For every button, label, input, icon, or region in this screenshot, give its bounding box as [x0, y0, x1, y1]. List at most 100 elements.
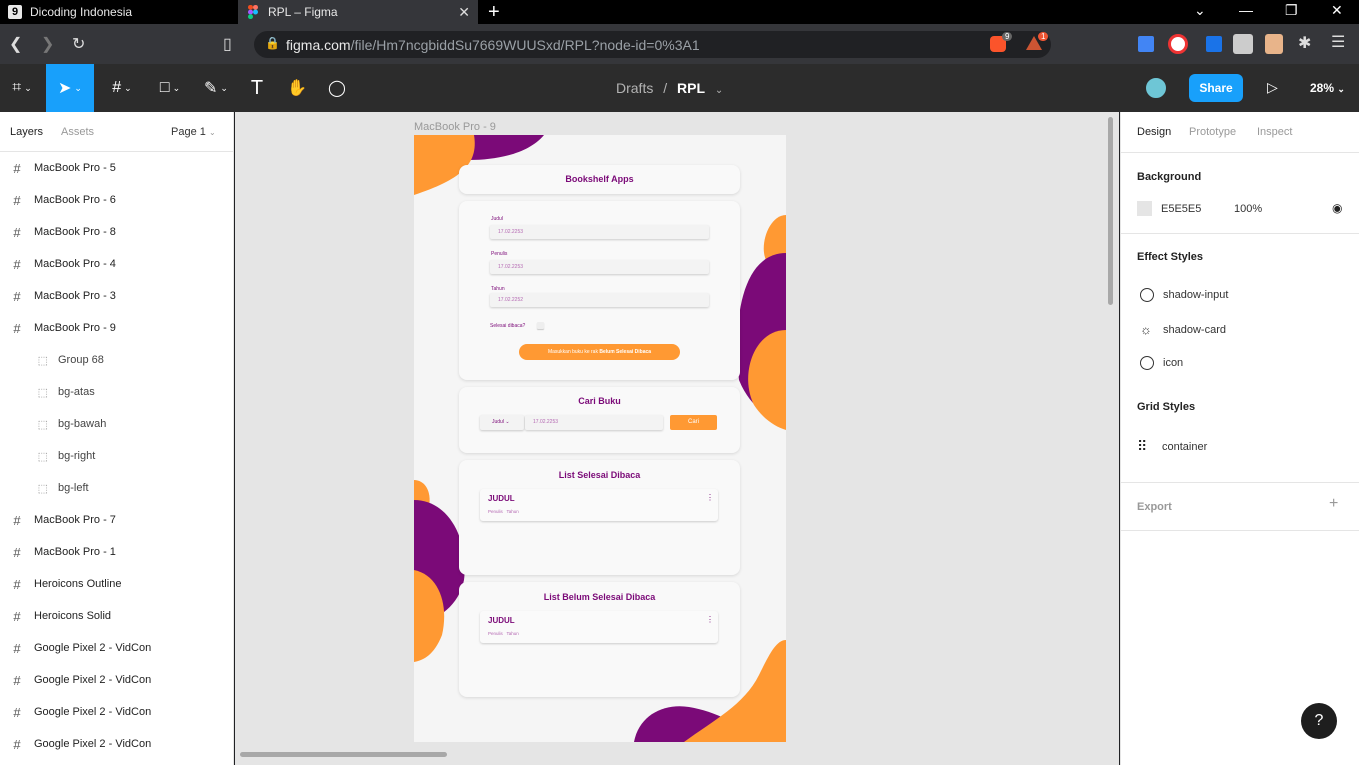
- layer-item[interactable]: ⬚ Group 68: [0, 344, 234, 376]
- layer-item[interactable]: ⬚ bg-atas: [0, 376, 234, 408]
- layer-item[interactable]: ⬚ bg-left: [0, 472, 234, 504]
- list-item[interactable]: JUDUL Penulis Tahun ⋮: [480, 489, 718, 521]
- title-input[interactable]: 17.02.2253: [490, 225, 709, 239]
- year-input[interactable]: 17.02.2252: [490, 293, 709, 307]
- file-name[interactable]: RPL: [677, 80, 705, 96]
- canvas[interactable]: MacBook Pro - 9 Bookshelf Apps Judul 17.…: [235, 112, 1119, 765]
- horizontal-scrollbar[interactable]: [240, 752, 447, 757]
- breadcrumb-drafts[interactable]: Drafts: [616, 80, 653, 96]
- layer-item[interactable]: # Heroicons Outline: [0, 568, 234, 600]
- more-vertical-icon[interactable]: ⋮: [706, 493, 714, 502]
- avatar[interactable]: [1144, 76, 1168, 100]
- list-item[interactable]: JUDUL Penulis Tahun ⋮: [480, 611, 718, 643]
- chevron-down-icon[interactable]: ⌄: [715, 85, 723, 96]
- search-card: Cari Buku Judul ⌄ 17.02.2253 Cari: [459, 387, 740, 453]
- submit-book-button[interactable]: Masukkan buku ke rak Belum Selesai Dibac…: [519, 344, 680, 360]
- layer-item[interactable]: # Google Pixel 2 - VidCon: [0, 632, 234, 664]
- tab-figma[interactable]: RPL – Figma ✕: [238, 0, 478, 24]
- layer-item[interactable]: # MacBook Pro - 7: [0, 504, 234, 536]
- effect-style-item[interactable]: icon: [1137, 356, 1183, 370]
- url-field[interactable]: 🔒 figma.com/file/Hm7ncgbiddSu7669WUUSxd/…: [254, 31, 1051, 58]
- search-filter-select[interactable]: Judul ⌄: [480, 415, 524, 430]
- new-tab-icon[interactable]: +: [488, 1, 500, 23]
- grid-style-item[interactable]: ⠿ container: [1137, 438, 1207, 455]
- hand-tool-icon[interactable]: ✋: [277, 64, 317, 112]
- share-button[interactable]: Share: [1189, 74, 1243, 102]
- layer-item[interactable]: # MacBook Pro - 8: [0, 216, 234, 248]
- shape-tool-icon[interactable]: □ ⌄: [150, 64, 190, 112]
- layer-item[interactable]: # Google Pixel 2 - VidCon: [0, 696, 234, 728]
- extension-icon[interactable]: [1206, 36, 1222, 52]
- layers-panel-tabs: Layers Assets Page 1 ⌄: [0, 112, 234, 152]
- layer-item[interactable]: # MacBook Pro - 1: [0, 536, 234, 568]
- menu-icon[interactable]: ☰: [1331, 32, 1345, 52]
- minimize-icon[interactable]: —: [1239, 2, 1253, 18]
- text-tool-icon[interactable]: T: [237, 64, 277, 112]
- frame-tool-icon[interactable]: # ⌄: [102, 64, 142, 112]
- group-icon: ⬚: [37, 418, 48, 431]
- app-header-card: Bookshelf Apps: [459, 165, 740, 194]
- frame-label[interactable]: MacBook Pro - 9: [414, 121, 496, 133]
- layer-item[interactable]: # Google Pixel 2 - VidCon: [0, 664, 234, 696]
- translate-extension-icon[interactable]: [1138, 36, 1154, 52]
- forward-icon[interactable]: ❯: [41, 34, 54, 54]
- layer-item[interactable]: # MacBook Pro - 5: [0, 152, 234, 184]
- layer-item[interactable]: # Google Pixel 2 - VidCon: [0, 728, 234, 760]
- maximize-icon[interactable]: ❐: [1285, 2, 1298, 19]
- background-hex[interactable]: E5E5E5: [1161, 203, 1234, 215]
- tab-search-icon[interactable]: ⌄: [1194, 2, 1206, 19]
- tab-inspect[interactable]: Inspect: [1257, 126, 1292, 138]
- tab-assets[interactable]: Assets: [61, 126, 94, 138]
- page-selector[interactable]: Page 1 ⌄: [171, 126, 216, 138]
- reload-icon[interactable]: ↻: [72, 34, 85, 54]
- extension-icon[interactable]: [1168, 34, 1188, 54]
- help-button[interactable]: ?: [1301, 703, 1337, 739]
- effect-style-item[interactable]: ☼ shadow-card: [1137, 322, 1226, 337]
- layer-item[interactable]: # MacBook Pro - 4: [0, 248, 234, 280]
- layer-name: bg-left: [58, 482, 89, 494]
- comment-tool-icon[interactable]: ◯: [317, 64, 357, 112]
- background-opacity[interactable]: 100%: [1234, 203, 1262, 215]
- layer-item[interactable]: ⬚ bg-bawah: [0, 408, 234, 440]
- layer-name: MacBook Pro - 8: [34, 226, 116, 238]
- close-window-icon[interactable]: ✕: [1331, 2, 1343, 19]
- main-menu-icon[interactable]: ⌗ ⌄: [2, 64, 42, 112]
- bookmark-icon[interactable]: ▯: [223, 34, 232, 54]
- tab-prototype[interactable]: Prototype: [1189, 126, 1236, 138]
- effect-style-item[interactable]: shadow-input: [1137, 288, 1228, 302]
- background-heading: Background: [1137, 171, 1202, 183]
- extension-icon[interactable]: [1233, 34, 1253, 54]
- add-book-form-card: Judul 17.02.2253 Penulis 17.02.2253 Tahu…: [459, 201, 740, 380]
- layer-name: MacBook Pro - 9: [34, 322, 116, 334]
- layer-name: Heroicons Solid: [34, 610, 112, 622]
- frame-icon: #: [13, 608, 21, 624]
- frame-macbook-pro-9[interactable]: Bookshelf Apps Judul 17.02.2253 Penulis …: [414, 135, 786, 742]
- tab-layers[interactable]: Layers: [10, 126, 43, 138]
- present-icon[interactable]: ▷: [1267, 79, 1278, 96]
- back-icon[interactable]: ❮: [9, 34, 22, 54]
- tab-design[interactable]: Design: [1137, 126, 1171, 138]
- layer-item[interactable]: # MacBook Pro - 3: [0, 280, 234, 312]
- search-input[interactable]: 17.02.2253: [525, 415, 663, 430]
- layer-item[interactable]: # MacBook Pro - 6: [0, 184, 234, 216]
- url-host: figma.com: [286, 37, 351, 53]
- finished-checkbox[interactable]: [537, 322, 544, 329]
- tab-dicoding[interactable]: 9 Dicoding Indonesia: [0, 0, 238, 24]
- frame-icon: #: [13, 320, 21, 336]
- add-export-icon[interactable]: +: [1329, 495, 1338, 513]
- extension-icon[interactable]: [1265, 34, 1283, 54]
- vertical-scrollbar[interactable]: [1108, 117, 1113, 305]
- visibility-eye-icon[interactable]: ◉: [1332, 201, 1342, 215]
- layer-item[interactable]: ⬚ bg-right: [0, 440, 234, 472]
- background-swatch[interactable]: [1137, 201, 1152, 216]
- search-button[interactable]: Cari: [670, 415, 717, 430]
- close-tab-icon[interactable]: ✕: [458, 4, 470, 21]
- more-vertical-icon[interactable]: ⋮: [706, 615, 714, 624]
- layer-item[interactable]: # MacBook Pro - 9: [0, 312, 234, 344]
- layer-item[interactable]: # Heroicons Solid: [0, 600, 234, 632]
- puzzle-extensions-icon[interactable]: ✱: [1298, 33, 1311, 53]
- author-input[interactable]: 17.02.2253: [490, 260, 709, 274]
- pen-tool-icon[interactable]: ✎ ⌄: [196, 64, 236, 112]
- move-tool-icon[interactable]: ➤ ⌄: [46, 64, 94, 112]
- zoom-level[interactable]: 28% ⌄: [1310, 81, 1345, 95]
